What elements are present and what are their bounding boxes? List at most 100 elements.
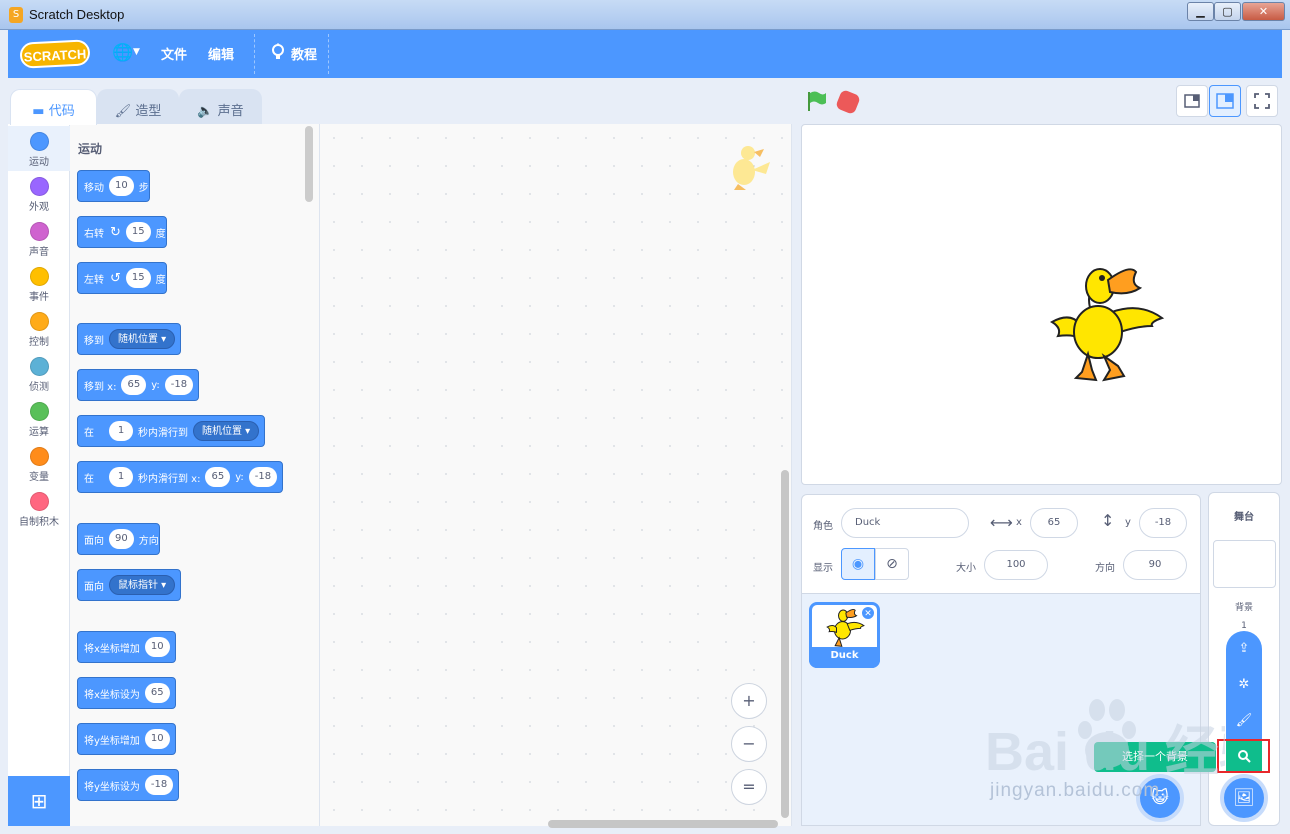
add-backdrop-button[interactable]: 🖼 — [1220, 774, 1268, 822]
block-text: 面向 — [84, 581, 104, 593]
category-events[interactable]: 事件 — [8, 261, 70, 306]
upload-backdrop-button[interactable]: ⇪ — [1226, 634, 1262, 664]
size-input[interactable]: 100 — [984, 550, 1048, 580]
direction-input[interactable]: 90 — [1123, 550, 1187, 580]
y-label: y — [1125, 517, 1131, 528]
block-input[interactable]: -18 — [164, 375, 194, 395]
block-input[interactable]: 1 — [109, 421, 133, 441]
block-glide-to[interactable]: 在 1 秒内滑行到 随机位置 ▾ — [77, 415, 266, 447]
stop-icon[interactable] — [834, 88, 862, 116]
surprise-backdrop-button[interactable]: ✲ — [1226, 670, 1262, 700]
zoom-in-button[interactable]: + — [731, 683, 767, 719]
category-sound[interactable]: 声音 — [8, 216, 70, 261]
zoom-out-icon: − — [742, 734, 756, 753]
minimize-button[interactable]: ▁ — [1187, 2, 1214, 21]
block-input[interactable]: -18 — [248, 467, 278, 487]
category-my-blocks[interactable]: 自制积木 — [8, 486, 70, 531]
block-input[interactable]: 65 — [205, 467, 231, 487]
paint-backdrop-button[interactable]: 🖌 — [1226, 706, 1262, 736]
block-dropdown[interactable]: 随机位置 ▾ — [193, 421, 260, 441]
backdrops-label: 背景 — [1234, 603, 1253, 613]
block-input[interactable]: 1 — [109, 467, 133, 487]
duck-sprite[interactable] — [1040, 262, 1168, 388]
block-input[interactable]: 15 — [125, 222, 151, 242]
y-input[interactable]: -18 — [1139, 508, 1187, 538]
menu-file[interactable]: 文件 — [161, 44, 187, 63]
block-input[interactable]: 90 — [109, 529, 134, 549]
tab-code[interactable]: ▬ 代码 — [10, 89, 97, 125]
language-globe-icon[interactable]: 🌐 — [112, 43, 133, 63]
block-input[interactable]: 10 — [144, 637, 170, 657]
green-flag-icon[interactable] — [806, 90, 828, 112]
zoom-out-button[interactable]: − — [731, 726, 767, 762]
block-glide-to-xy[interactable]: 在 1 秒内滑行到 x: 65 y: -18 — [77, 461, 284, 493]
zoom-reset-button[interactable]: = — [731, 769, 767, 805]
category-label: 运算 — [29, 427, 49, 438]
block-input[interactable]: 65 — [144, 683, 170, 703]
category-dot — [29, 447, 49, 466]
palette-scrollbar[interactable] — [305, 126, 313, 202]
category-label: 自制积木 — [19, 517, 59, 528]
block-set-y[interactable]: 将y坐标设为 -18 — [77, 769, 180, 801]
tab-costumes[interactable]: 🖌 造型 — [97, 89, 179, 125]
block-text: 移动 — [84, 182, 104, 194]
category-dot — [29, 312, 49, 331]
zoom-reset-icon: = — [742, 777, 756, 796]
block-go-to[interactable]: 移到 随机位置 ▾ — [77, 323, 182, 355]
block-change-y[interactable]: 将y坐标增加 10 — [77, 723, 176, 755]
dropdown-value: 随机位置 — [118, 334, 158, 345]
scratch-logo[interactable]: SCRATCH — [19, 39, 91, 69]
block-dropdown[interactable]: 随机位置 ▾ — [109, 329, 176, 349]
add-extension-button[interactable]: ⊞ — [8, 776, 70, 826]
block-text: 将y坐标增加 — [84, 735, 140, 747]
category-sensing[interactable]: 侦测 — [8, 351, 70, 396]
current-sprite-watermark — [733, 146, 770, 190]
block-point-towards[interactable]: 面向 鼠标指针 ▾ — [77, 569, 182, 601]
category-control[interactable]: 控制 — [8, 306, 70, 351]
script-area[interactable] — [320, 124, 792, 826]
script-horizontal-scrollbar[interactable] — [548, 820, 778, 828]
block-input[interactable]: 10 — [109, 176, 134, 196]
menu-tutorials[interactable]: 教程 — [291, 44, 317, 63]
block-input[interactable]: -18 — [144, 775, 174, 795]
category-operators[interactable]: 运算 — [8, 396, 70, 441]
tab-costumes-label: 造型 — [135, 104, 162, 119]
code-icon: ▬ — [32, 104, 49, 119]
block-text: 将x坐标增加 — [84, 643, 140, 655]
block-set-x[interactable]: 将x坐标设为 65 — [77, 677, 176, 709]
sprite-name-input[interactable]: Duck — [841, 508, 969, 538]
block-text: 面向 — [84, 535, 104, 547]
category-motion[interactable]: 运动 — [8, 126, 70, 171]
block-go-to-xy[interactable]: 移到 x: 65 y: -18 — [77, 369, 200, 401]
category-label: 侦测 — [29, 382, 49, 393]
block-move-steps[interactable]: 移动 10 步 — [77, 170, 150, 202]
block-turn-right[interactable]: 右转 ↻ 15 度 — [77, 216, 167, 248]
chevron-down-icon: ▼ — [133, 47, 140, 57]
block-input[interactable]: 65 — [121, 375, 147, 395]
show-sprite-button[interactable]: ◉ — [841, 548, 875, 580]
x-input[interactable]: 65 — [1030, 508, 1078, 538]
tab-sounds[interactable]: 🔈 声音 — [179, 89, 262, 125]
category-variables[interactable]: 变量 — [8, 441, 70, 486]
small-stage-button[interactable] — [1176, 85, 1208, 117]
category-dot — [29, 132, 49, 151]
sprite-name-label: 角色 — [813, 521, 833, 532]
block-input[interactable]: 15 — [125, 268, 151, 288]
block-change-x[interactable]: 将x坐标增加 10 — [77, 631, 176, 663]
block-point-in-direction[interactable]: 面向 90 方向 — [77, 523, 160, 555]
block-dropdown[interactable]: 鼠标指针 ▾ — [109, 575, 176, 595]
delete-sprite-icon[interactable]: ✕ — [861, 606, 875, 620]
scratch-app-icon: S — [9, 7, 23, 23]
normal-stage-button[interactable] — [1209, 85, 1241, 117]
category-looks[interactable]: 外观 — [8, 171, 70, 216]
close-button[interactable]: ✕ — [1242, 2, 1285, 21]
stage-thumbnail[interactable] — [1213, 540, 1276, 588]
script-vertical-scrollbar[interactable] — [781, 470, 789, 818]
block-input[interactable]: 10 — [144, 729, 170, 749]
maximize-button[interactable]: ▢ — [1214, 2, 1241, 21]
hide-sprite-button[interactable]: ⊘ — [875, 548, 909, 580]
fullscreen-button[interactable] — [1246, 85, 1278, 117]
menu-edit[interactable]: 编辑 — [208, 44, 234, 63]
block-text: 度 — [155, 274, 166, 286]
block-turn-left[interactable]: 左转 ↺ 15 度 — [77, 262, 167, 294]
